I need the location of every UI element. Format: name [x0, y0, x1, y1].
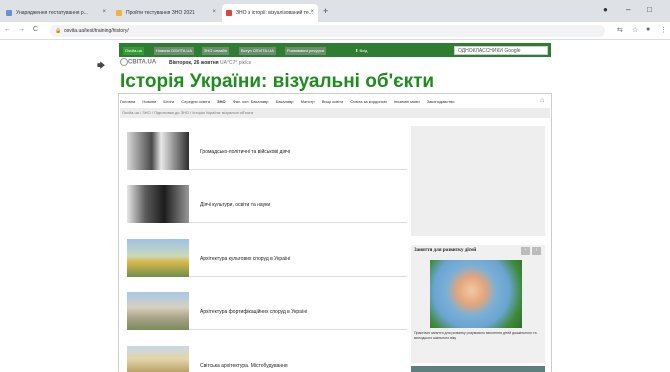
url-field[interactable]: 🔒 osvita.ua/test/training/history/: [50, 25, 605, 37]
tab-favicon-icon: [226, 10, 232, 16]
web-page: Osvita.ua Новини OSVITA.UA ЗНО онлайн Вс…: [0, 40, 670, 372]
back-icon[interactable]: ←: [4, 26, 11, 33]
site-link-resources[interactable]: Розвиваючі ресурси: [285, 47, 327, 55]
site-link-news[interactable]: Новини OSVITA.UA: [154, 47, 195, 55]
promo-image[interactable]: [430, 260, 522, 328]
menu-item[interactable]: Іноземні мови: [394, 99, 420, 104]
date-line: Вівторок, 26 жовтня UA°C7° рік/ск: [169, 60, 251, 66]
account-icon[interactable]: ●: [646, 26, 650, 33]
menu-item[interactable]: Блоги: [163, 99, 174, 104]
site-link-admission[interactable]: Вступ OSVITA.UA: [239, 47, 276, 55]
new-tab-button[interactable]: +: [323, 6, 328, 16]
date-text: Вівторок, 26 жовтня: [169, 60, 219, 66]
item-thumbnail[interactable]: [127, 185, 189, 223]
promo-widget: Заняття для розвитку дітей ‹ › Практичні…: [411, 245, 545, 363]
ad-banner-bottom: [411, 366, 545, 372]
promo-next-button[interactable]: ›: [532, 247, 541, 255]
date-extra: UA°C7° рік/ск: [220, 60, 251, 66]
forward-icon[interactable]: →: [18, 26, 25, 33]
tab-title: Унарядження тестатування р...: [16, 10, 88, 16]
maximize-icon[interactable]: □: [647, 5, 652, 14]
menu-item[interactable]: Головна: [120, 99, 135, 104]
promo-prev-button[interactable]: ‹: [521, 247, 530, 255]
list-item[interactable]: Архітектура фортифікаційних споруд в Укр…: [127, 292, 407, 330]
promo-title: Заняття для розвитку дітей: [414, 248, 477, 253]
item-thumbnail[interactable]: [127, 239, 189, 277]
menu-item[interactable]: Законодавство: [427, 99, 455, 104]
home-icon[interactable]: ⌂: [540, 97, 544, 104]
site-search-input[interactable]: ОДНОКЛАССНИКИ Google: [454, 46, 548, 55]
minimize-icon[interactable]: –: [626, 5, 630, 14]
item-thumbnail[interactable]: [127, 132, 189, 170]
site-login-link[interactable]: ⬆ Вхід: [353, 47, 369, 55]
menu-item[interactable]: Середня освіта: [181, 99, 210, 104]
ad-placeholder: [411, 126, 545, 236]
profile-icon[interactable]: ●: [603, 5, 608, 14]
menu-item[interactable]: Бакалавр: [276, 99, 294, 104]
reload-icon[interactable]: C: [33, 26, 38, 33]
menu-item[interactable]: Новини: [142, 99, 156, 104]
breadcrumb: Osvita.ua / ЗНО / Підготовка до ЗНО / Іс…: [120, 108, 550, 118]
close-tab-icon[interactable]: ×: [310, 9, 314, 15]
list-item[interactable]: Світська архітектура. Містобудування: [127, 346, 407, 372]
tab-title: ЗНО з історії: візуалізований те...: [236, 10, 313, 16]
translate-icon[interactable]: ⇆: [617, 26, 623, 34]
item-link[interactable]: Діячі культури, освіти та науки: [200, 202, 270, 208]
item-link[interactable]: Архітектура культових споруд в Україні: [200, 256, 290, 262]
item-thumbnail[interactable]: [127, 346, 189, 372]
menu-item[interactable]: Фах. кол. Бакалавр: [233, 99, 269, 104]
menu-item-current[interactable]: ЗНО: [217, 99, 226, 104]
main-menu: Головна Новини Блоги Середня освіта ЗНО …: [120, 96, 550, 108]
list-item[interactable]: Громадсько-політичні та військові діячі: [127, 132, 407, 170]
tab-title: Пройти тестування ЗНО 2021: [126, 10, 195, 16]
mouse-cursor-icon: 🡆: [97, 61, 106, 70]
menu-item[interactable]: Освіта за кордоном: [350, 99, 386, 104]
browser-tab-active[interactable]: ЗНО з історії: візуалізований те... ×: [222, 4, 318, 22]
bookmark-star-icon[interactable]: ☆: [632, 26, 638, 34]
browser-tab[interactable]: Унарядження тестатування р... ×: [2, 4, 110, 22]
tab-favicon-icon: [6, 10, 12, 16]
close-tab-icon[interactable]: ×: [212, 9, 216, 15]
list-item[interactable]: Архітектура культових споруд в Україні: [127, 239, 407, 277]
site-link-zno[interactable]: ЗНО онлайн: [202, 47, 229, 55]
menu-kebab-icon[interactable]: ⋮: [660, 26, 667, 34]
browser-tab[interactable]: Пройти тестування ЗНО 2021 ×: [112, 4, 220, 22]
site-top-bar: Osvita.ua Новини OSVITA.UA ЗНО онлайн Вс…: [119, 43, 551, 57]
item-thumbnail[interactable]: [127, 292, 189, 330]
page-title: Історія України: візуальні об'єкти: [120, 71, 435, 92]
site-logo[interactable]: CBITA.UA: [120, 58, 156, 66]
close-tab-icon[interactable]: ×: [102, 9, 106, 15]
item-link[interactable]: Громадсько-політичні та військові діячі: [200, 149, 290, 155]
item-link[interactable]: Світська архітектура. Містобудування: [200, 363, 288, 369]
lock-icon: 🔒: [55, 28, 62, 34]
item-link[interactable]: Архітектура фортифікаційних споруд в Укр…: [200, 309, 307, 315]
address-bar-row: ← → C 🔒 osvita.ua/test/training/history/…: [0, 22, 670, 40]
menu-item[interactable]: Вищі освіти: [322, 99, 344, 104]
site-link-osvita[interactable]: Osvita.ua: [123, 47, 144, 55]
tab-favicon-icon: [116, 10, 122, 16]
list-item[interactable]: Діячі культури, освіти та науки: [127, 185, 407, 223]
browser-tab-strip: Унарядження тестатування р... × Пройти т…: [0, 0, 670, 22]
url-text: osvita.ua/test/training/history/: [64, 28, 129, 34]
promo-description: Практичні заняття для розвитку розумовог…: [414, 331, 537, 340]
menu-item[interactable]: Магістр: [301, 99, 315, 104]
